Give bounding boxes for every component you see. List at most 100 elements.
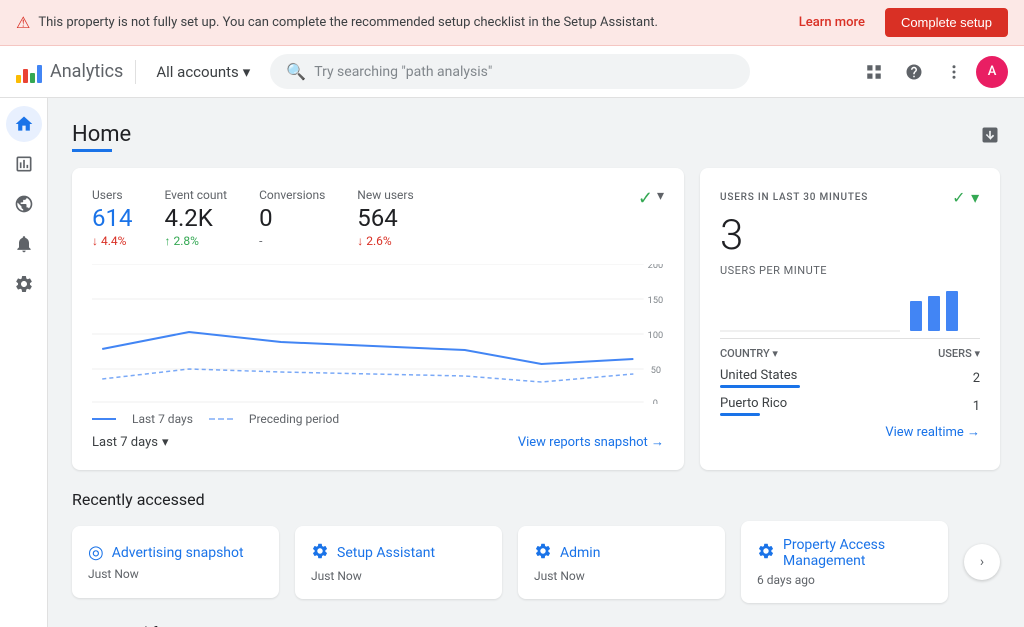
access-icon — [757, 542, 775, 565]
search-icon: 🔍 — [286, 62, 306, 81]
learn-more-link[interactable]: Learn more — [799, 15, 865, 30]
conv-change: - — [259, 234, 325, 248]
alert-icon: ⚠ — [16, 13, 30, 32]
sidebar-item-reports[interactable] — [6, 146, 42, 182]
conv-metric: Conversions 0 - — [259, 188, 325, 248]
suggested-section: Suggested for you — [72, 623, 1000, 627]
app-name: Analytics — [50, 61, 123, 82]
realtime-number: 3 — [720, 211, 980, 260]
advertising-icon: ◎ — [88, 542, 104, 563]
avatar[interactable]: A — [976, 56, 1008, 88]
event-value: 4.2K — [164, 204, 227, 232]
recent-card-access[interactable]: Property Access Management 6 days ago — [741, 521, 948, 603]
rt-row-pr: Puerto Rico 1 — [720, 396, 980, 416]
date-filter-button[interactable]: Last 7 days ▾ — [92, 435, 169, 450]
nav-divider — [135, 60, 136, 84]
admin-icon — [534, 542, 552, 565]
expand-icon[interactable] — [980, 125, 1000, 150]
nav-actions: A — [856, 54, 1008, 90]
complete-setup-button[interactable]: Complete setup — [885, 8, 1008, 37]
sidebar — [0, 98, 48, 627]
realtime-card: USERS IN LAST 30 MINUTES ✓ ▾ 3 USERS PER… — [700, 168, 1000, 470]
page-title: Home — [72, 122, 131, 147]
recent-card-advertising[interactable]: ◎ Advertising snapshot Just Now — [72, 526, 279, 598]
chart-footer: Last 7 days ▾ View reports snapshot → — [92, 434, 664, 450]
recent-card-advertising-title: ◎ Advertising snapshot — [88, 542, 263, 563]
apps-icon-button[interactable] — [856, 54, 892, 90]
rt-bar-pr — [720, 413, 760, 416]
conv-label: Conversions — [259, 188, 325, 202]
page-title-wrapper: Home — [72, 122, 131, 152]
account-chevron-icon: ▾ — [243, 63, 251, 81]
logo-bar-4 — [37, 65, 42, 83]
page-title-underline — [72, 149, 112, 152]
legend-preceding-line — [209, 418, 233, 420]
recent-cards-list: ◎ Advertising snapshot Just Now Setup As… — [72, 521, 1000, 603]
country-col-header: COUNTRY ▾ — [720, 347, 778, 360]
alert-bar: ⚠ This property is not fully set up. You… — [0, 0, 1024, 46]
rt-chart-svg — [720, 286, 960, 336]
logo-bar-1 — [16, 75, 21, 83]
newusers-metric: New users 564 ↓ 2.6% — [357, 188, 413, 248]
recent-card-setup[interactable]: Setup Assistant Just Now — [295, 526, 502, 599]
realtime-header: USERS IN LAST 30 MINUTES ✓ ▾ — [720, 188, 980, 207]
logo-bar-2 — [23, 69, 28, 83]
realtime-sublabel: USERS PER MINUTE — [720, 264, 980, 277]
newusers-value: 564 — [357, 204, 413, 232]
sidebar-item-settings[interactable] — [6, 266, 42, 302]
more-options-icon-button[interactable] — [936, 54, 972, 90]
help-icon-button[interactable] — [896, 54, 932, 90]
legend-preceding-label: Preceding period — [249, 412, 339, 426]
users-value: 614 — [92, 204, 132, 232]
realtime-check-icon: ✓ ▾ — [952, 188, 980, 207]
metrics-card: Users 614 ↓ 4.4% Event count 4.2K ↑ 2.8%… — [72, 168, 684, 470]
top-nav: Analytics All accounts ▾ 🔍 Try searching… — [0, 46, 1024, 98]
rt-count-us: 2 — [973, 371, 980, 386]
users-label: Users — [92, 188, 132, 202]
recent-card-setup-title: Setup Assistant — [311, 542, 486, 565]
cards-row: Users 614 ↓ 4.4% Event count 4.2K ↑ 2.8%… — [72, 168, 1000, 470]
realtime-bar-chart — [720, 289, 980, 339]
recent-cards-next-button[interactable]: › — [964, 544, 1000, 580]
metrics-actions: ✓ ▾ — [638, 188, 664, 248]
layout: Home Users 614 ↓ 4.4% Event count — [0, 98, 1024, 627]
sidebar-item-home[interactable] — [6, 106, 42, 142]
date-filter-chevron: ▾ — [162, 435, 169, 450]
logo-area: Analytics — [16, 61, 123, 83]
logo-icon — [16, 61, 42, 83]
metrics-dropdown-icon[interactable]: ▾ — [657, 188, 664, 204]
account-selector[interactable]: All accounts ▾ — [148, 59, 258, 85]
rt-country-us: United States — [720, 368, 800, 388]
legend-last7-label: Last 7 days — [132, 412, 193, 426]
rt-footer: View realtime → — [720, 424, 980, 440]
sidebar-item-advertising[interactable] — [6, 226, 42, 262]
chart-area: 05 Jun 06 07 08 09 10 11 200 150 100 50 … — [92, 264, 664, 404]
recent-card-admin[interactable]: Admin Just Now — [518, 526, 725, 599]
alert-text: This property is not fully set up. You c… — [38, 15, 790, 30]
chart-legend: Last 7 days Preceding period — [92, 412, 664, 426]
realtime-title: USERS IN LAST 30 MINUTES — [720, 192, 868, 203]
check-icon: ✓ — [638, 188, 653, 209]
recent-card-access-time: 6 days ago — [757, 573, 932, 587]
users-change: ↓ 4.4% — [92, 234, 132, 248]
main-content: Home Users 614 ↓ 4.4% Event count — [48, 98, 1024, 627]
recent-card-admin-time: Just Now — [534, 569, 709, 583]
newusers-label: New users — [357, 188, 413, 202]
svg-text:150: 150 — [648, 296, 663, 306]
suggested-title: Suggested for you — [72, 623, 1000, 627]
rt-bar-us — [720, 385, 800, 388]
view-reports-link[interactable]: View reports snapshot → — [518, 434, 664, 450]
search-placeholder-text: Try searching "path analysis" — [314, 64, 492, 80]
rt-country-pr: Puerto Rico — [720, 396, 787, 416]
search-bar[interactable]: 🔍 Try searching "path analysis" — [270, 54, 750, 89]
rt-count-pr: 1 — [973, 399, 980, 414]
recent-card-access-title: Property Access Management — [757, 537, 932, 569]
chart-svg: 05 Jun 06 07 08 09 10 11 200 150 100 50 … — [92, 264, 664, 404]
recently-accessed-title: Recently accessed — [72, 490, 1000, 509]
svg-text:200: 200 — [648, 264, 663, 271]
view-realtime-link[interactable]: View realtime → — [885, 424, 980, 440]
users-metric: Users 614 ↓ 4.4% — [92, 188, 132, 248]
sidebar-item-explore[interactable] — [6, 186, 42, 222]
event-metric: Event count 4.2K ↑ 2.8% — [164, 188, 227, 248]
recent-card-advertising-time: Just Now — [88, 567, 263, 581]
